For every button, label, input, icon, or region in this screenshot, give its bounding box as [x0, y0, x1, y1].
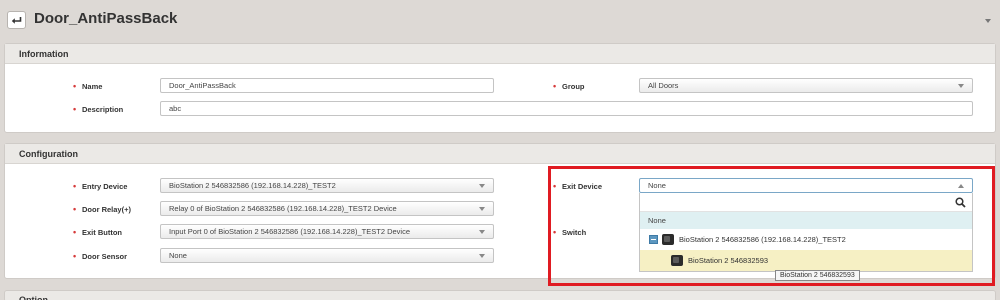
option-panel: Option — [4, 290, 996, 300]
name-input[interactable]: Door_AntiPassBack — [160, 78, 494, 93]
exit-button-label: Exit Button — [82, 228, 122, 237]
return-arrow-icon — [11, 16, 22, 24]
chevron-down-icon — [479, 254, 485, 258]
required-marker: • — [73, 204, 77, 214]
chevron-down-icon — [958, 84, 964, 88]
entry-device-value: BioStation 2 546832586 (192.168.14.228)_… — [169, 181, 336, 190]
group-select-value: All Doors — [648, 81, 679, 90]
group-select[interactable]: All Doors — [639, 78, 973, 93]
door-relay-label: Door Relay(+) — [82, 205, 131, 214]
door-sensor-select[interactable]: None — [160, 248, 494, 263]
chevron-down-icon — [479, 184, 485, 188]
group-label: Group — [562, 82, 585, 91]
annotation-highlight-box — [548, 166, 995, 286]
scroll-down-icon[interactable] — [985, 19, 991, 23]
exit-button-select[interactable]: Input Port 0 of BioStation 2 546832586 (… — [160, 224, 494, 239]
back-button[interactable] — [7, 11, 26, 29]
page-header: Door_AntiPassBack — [0, 0, 1000, 40]
required-marker: • — [73, 104, 77, 114]
chevron-down-icon — [479, 230, 485, 234]
required-marker: • — [73, 81, 77, 91]
required-marker: • — [553, 81, 557, 91]
option-heading: Option — [5, 291, 995, 300]
door-relay-value: Relay 0 of BioStation 2 546832586 (192.1… — [169, 204, 397, 213]
description-label: Description — [82, 105, 124, 114]
description-input[interactable]: abc — [160, 101, 973, 116]
door-relay-select[interactable]: Relay 0 of BioStation 2 546832586 (192.1… — [160, 201, 494, 216]
name-label: Name — [82, 82, 103, 91]
required-marker: • — [73, 227, 77, 237]
exit-button-value: Input Port 0 of BioStation 2 546832586 (… — [169, 227, 410, 236]
door-sensor-value: None — [169, 251, 187, 260]
configuration-heading: Configuration — [5, 144, 995, 164]
page-title: Door_AntiPassBack — [34, 10, 178, 27]
information-heading: Information — [5, 44, 995, 64]
entry-device-select[interactable]: BioStation 2 546832586 (192.168.14.228)_… — [160, 178, 494, 193]
chevron-down-icon — [479, 207, 485, 211]
door-sensor-label: Door Sensor — [82, 252, 128, 261]
required-marker: • — [73, 251, 77, 261]
entry-device-label: Entry Device — [82, 182, 128, 191]
required-marker: • — [73, 181, 77, 191]
